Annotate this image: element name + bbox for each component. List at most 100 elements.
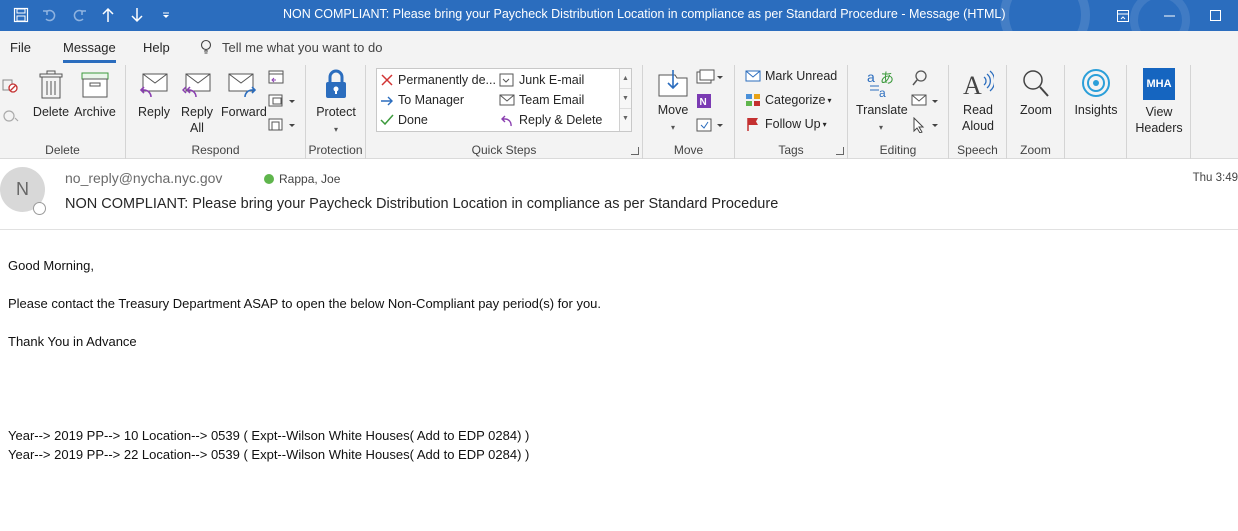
mark-unread-label: Mark Unread [765,69,838,83]
categorize-button[interactable]: Categorize ▾ [745,93,831,107]
dialog-launcher-icon[interactable] [631,147,639,155]
quick-access-toolbar [6,4,180,26]
group-mha: MHA View Headers [1127,65,1191,159]
translate-icon: a あa [867,69,894,98]
group-speech: A Read Aloud Speech [949,65,1007,159]
customize-icon[interactable] [151,4,180,26]
sender-address[interactable]: no_reply@nycha.nyc.gov [65,170,222,186]
tell-me-search[interactable]: Tell me what you want to do [200,39,382,55]
protect-button[interactable]: Protect ▾ [314,68,358,138]
quick-step-permanently-delete[interactable]: Permanently de... [380,73,496,87]
gallery-scrollbar[interactable]: ▲ ▼ ▼ [619,69,631,131]
move-icon [658,70,688,97]
categorize-icon [746,94,760,106]
im-reply-icon[interactable] [268,93,296,112]
window-controls [1100,0,1238,31]
select-icon[interactable] [911,116,939,136]
recipient[interactable]: Rappa, Joe [264,172,340,186]
group-delete: Delete Archive Delete [0,65,126,159]
follow-up-button[interactable]: Follow Up ▾ [745,117,827,131]
group-label: Speech [957,143,998,157]
move-button[interactable]: Move ▾ [653,68,693,136]
cleanup-icon[interactable] [2,107,20,128]
title-decoration [1000,0,1090,31]
move-label: Move [657,103,689,117]
reply-button[interactable]: Reply [134,70,174,120]
ribbon-display-icon[interactable] [1100,0,1146,31]
view-headers-button[interactable]: MHA View Headers [1133,68,1185,136]
delete-label: Delete [32,105,70,119]
arrow-right-icon [381,96,393,106]
zoom-button[interactable]: Zoom [1015,68,1057,118]
read-aloud-label-1: Read [963,103,993,117]
maximize-icon[interactable] [1192,0,1238,31]
group-insights: Insights [1065,65,1127,159]
reply-all-label-2: All [190,121,204,135]
down-arrow-icon[interactable] [122,4,151,26]
rules-icon[interactable] [696,69,724,88]
group-zoom: Zoom Zoom [1007,65,1065,159]
find-icon[interactable] [911,69,929,90]
mark-unread-button[interactable]: Mark Unread [745,69,837,83]
group-label: Protection [308,143,363,157]
archive-label: Archive [74,105,116,119]
quick-step-team-email[interactable]: Team Email [499,93,584,107]
view-headers-label-1: View [1145,105,1173,119]
follow-up-label: Follow Up [765,117,821,131]
delete-button[interactable]: Delete [31,70,71,120]
read-aloud-button[interactable]: A Read Aloud [957,68,999,134]
dialog-launcher-icon[interactable] [836,147,844,155]
zoom-label: Zoom [1020,103,1052,117]
save-icon[interactable] [6,4,35,26]
group-move: Move ▾ N Move [643,65,735,159]
quick-step-junk-email[interactable]: Junk E-mail [499,73,584,87]
lock-icon [326,69,346,98]
meeting-reply-icon[interactable] [268,69,286,88]
group-editing: aあa Translate ▾ Editing [848,65,949,159]
tab-message[interactable]: Message [63,40,116,63]
window-title: NON COMPLIANT: Please bring your Paychec… [283,7,1006,21]
undo-icon[interactable] [35,4,64,26]
flag-icon [747,118,758,131]
ignore-icon[interactable] [2,77,18,96]
scroll-down-icon[interactable]: ▼ [620,89,631,109]
up-arrow-icon[interactable] [93,4,122,26]
reply-all-button[interactable]: Reply All [177,70,217,136]
quick-step-done[interactable]: Done [380,113,428,127]
insights-button[interactable]: Insights [1071,68,1121,118]
scroll-up-icon[interactable]: ▲ [620,69,631,89]
forward-icon [228,73,257,98]
minimize-icon[interactable] [1146,0,1192,31]
envelope-icon [745,70,761,82]
translate-label: Translate [856,103,908,117]
quick-step-label: To Manager [398,93,465,107]
group-tags: Mark Unread Categorize ▾ Follow Up ▾ Tag… [735,65,848,159]
group-label: Tags [778,143,804,157]
svg-text:a: a [879,86,886,98]
reply-all-label-1: Reply [181,105,213,119]
quick-step-reply-delete[interactable]: Reply & Delete [499,113,602,127]
group-protection: Protect ▾ Protection [306,65,366,159]
translate-button[interactable]: aあa Translate ▾ [856,68,908,136]
actions-icon[interactable] [696,117,724,136]
redo-icon[interactable] [64,4,93,26]
categorize-label: Categorize [765,93,826,107]
tab-file[interactable]: File [10,40,31,55]
forward-button[interactable]: Forward [221,70,267,120]
group-label: Quick Steps [471,143,537,157]
body-greeting: Good Morning, [8,258,94,273]
x-icon [381,74,393,86]
quick-step-to-manager[interactable]: To Manager [380,93,464,107]
quick-steps-gallery: Permanently de... To Manager Done Junk E… [376,68,632,132]
forward-label: Forward [221,105,267,119]
archive-button[interactable]: Archive [72,70,118,120]
related-icon[interactable] [911,93,939,112]
gallery-expand-icon[interactable]: ▼ [620,109,631,129]
group-respond: Reply Reply All Forward Respond [126,65,306,159]
tab-help[interactable]: Help [143,40,170,55]
onenote-icon[interactable]: N [696,92,714,113]
dropdown-caret-icon: ▾ [333,125,338,134]
more-respond-icon[interactable] [268,117,296,136]
group-label: Respond [191,143,240,157]
magnifier-icon [1023,70,1049,97]
